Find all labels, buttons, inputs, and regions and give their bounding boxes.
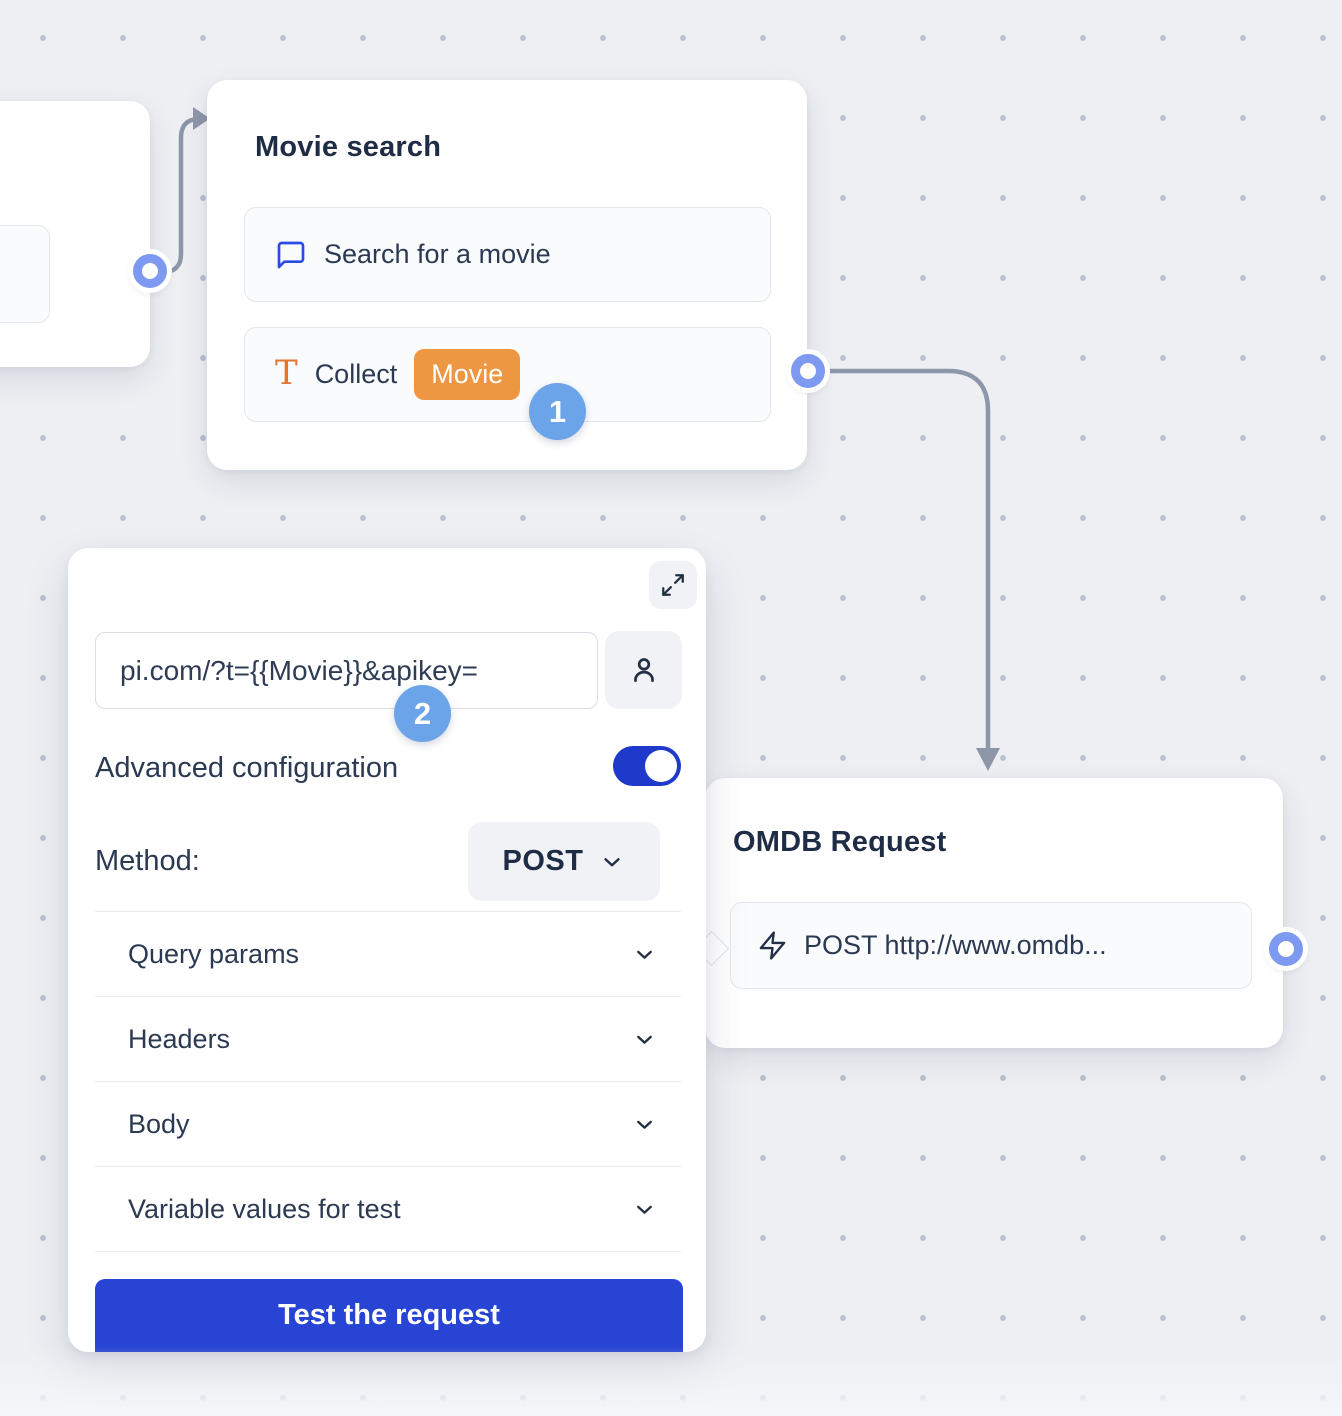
node-item-label: POST http://www.omdb... [804,930,1107,961]
node-item-label: Collect [315,359,398,390]
output-port[interactable] [133,254,167,288]
expand-icon [660,572,686,598]
method-label: Method: [95,845,200,878]
method-row: Method: POST [95,822,681,901]
step-badge-2: 2 [394,685,451,742]
test-request-button[interactable]: Test the request [95,1279,683,1352]
section-body[interactable]: Body [95,1082,681,1167]
step-badge-1: 1 [529,383,586,440]
url-input[interactable] [95,632,598,709]
node-movie-search[interactable]: Movie search Search for a movie T Collec… [207,80,807,470]
person-icon [627,653,661,687]
section-headers[interactable]: Headers [95,997,681,1082]
chevron-down-icon [632,1197,657,1222]
section-label: Headers [128,1024,230,1055]
output-port[interactable] [1269,932,1303,966]
node-item-collect-input[interactable]: T Collect Movie [244,327,771,422]
node-title: Movie search [255,131,441,164]
expand-button[interactable] [649,561,697,609]
method-select[interactable]: POST [468,822,660,901]
section-label: Body [128,1109,190,1140]
chat-bubble-icon [275,239,307,271]
node-item[interactable] [0,225,50,323]
advanced-configuration-label: Advanced configuration [95,752,398,785]
method-value: POST [503,845,584,878]
output-port[interactable] [791,354,825,388]
section-label: Variable values for test [128,1194,401,1225]
insert-variable-button[interactable] [605,631,682,709]
text-collect-icon: T [275,356,298,390]
advanced-configuration-toggle[interactable] [613,746,681,786]
section-label: Query params [128,939,299,970]
lightning-icon [757,930,788,961]
wire-left-to-movie [152,119,199,272]
chevron-down-icon [632,1027,657,1052]
wire-arrowhead-down-icon [976,748,1000,771]
advanced-configuration-row: Advanced configuration [95,744,681,792]
node-partial-left[interactable] [0,101,150,367]
chevron-down-icon [632,942,657,967]
variable-chip-movie: Movie [414,349,520,401]
chevron-down-icon [632,1112,657,1137]
node-omdb-request[interactable]: OMDB Request POST http://www.omdb... [705,778,1283,1048]
webhook-config-panel: Advanced configuration Method: POST Quer… [68,548,706,1352]
node-item-label: Search for a movie [324,239,551,270]
flow-canvas[interactable]: Movie search Search for a movie T Collec… [0,0,1342,1416]
node-item-webhook[interactable]: POST http://www.omdb... [730,902,1252,989]
node-item-send-message[interactable]: Search for a movie [244,207,771,302]
chevron-down-icon [599,849,625,875]
wire-movie-to-omdb [824,371,988,750]
toggle-knob [645,750,677,782]
section-query-params[interactable]: Query params [95,912,681,997]
section-variable-values[interactable]: Variable values for test [95,1167,681,1252]
config-sections: Query params Headers Body Variable value… [95,911,681,1252]
node-title: OMDB Request [733,826,946,859]
